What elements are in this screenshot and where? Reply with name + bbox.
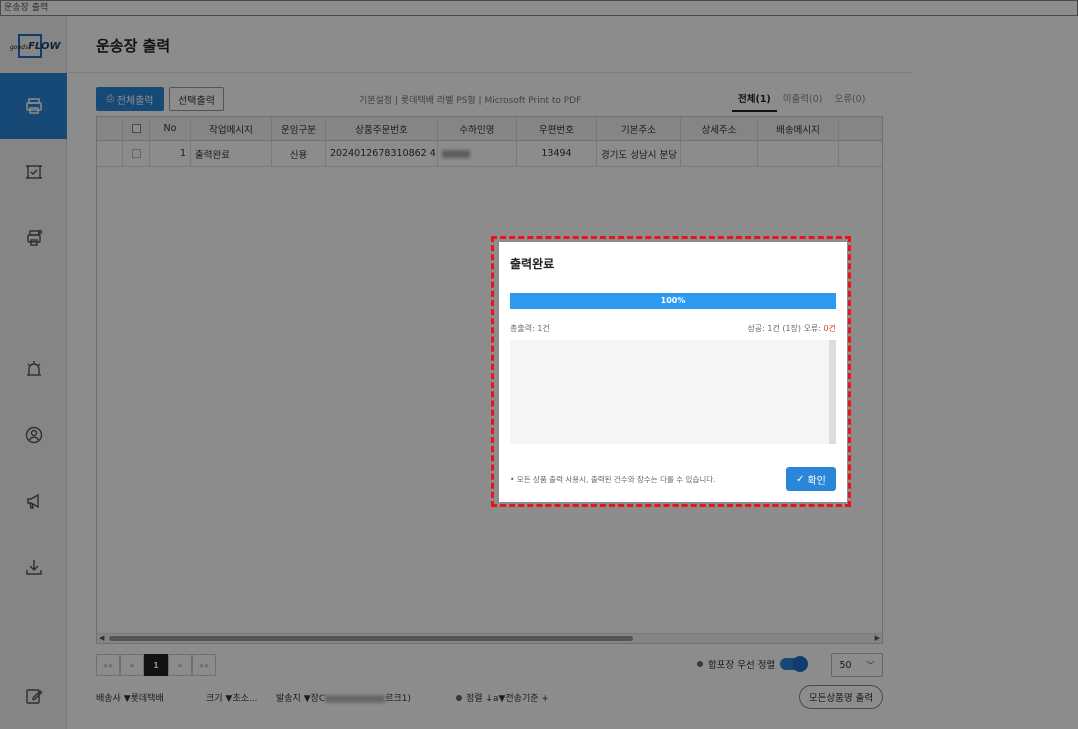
print-notice: • 모든 상품 출력 사용시, 출력된 건수와 장수는 다를 수 있습니다.	[510, 475, 716, 484]
check-icon: ✓	[796, 473, 805, 485]
dialog-title: 출력완료	[510, 257, 555, 271]
print-complete-dialog: 출력완료 100% 총출력: 1건 성공: 1건 (1장) 오류: 0건 • 모…	[499, 242, 847, 502]
error-count: 0건	[823, 324, 836, 333]
print-result: 성공: 1건 (1장) 오류: 0건	[747, 324, 836, 333]
print-progress-bar: 100%	[510, 293, 836, 309]
confirm-button[interactable]: ✓ 확인	[786, 467, 836, 491]
log-scrollbar[interactable]	[829, 340, 836, 444]
print-log	[510, 340, 836, 444]
total-printed: 총출력: 1건	[510, 324, 550, 333]
progress-label: 100%	[660, 296, 686, 305]
